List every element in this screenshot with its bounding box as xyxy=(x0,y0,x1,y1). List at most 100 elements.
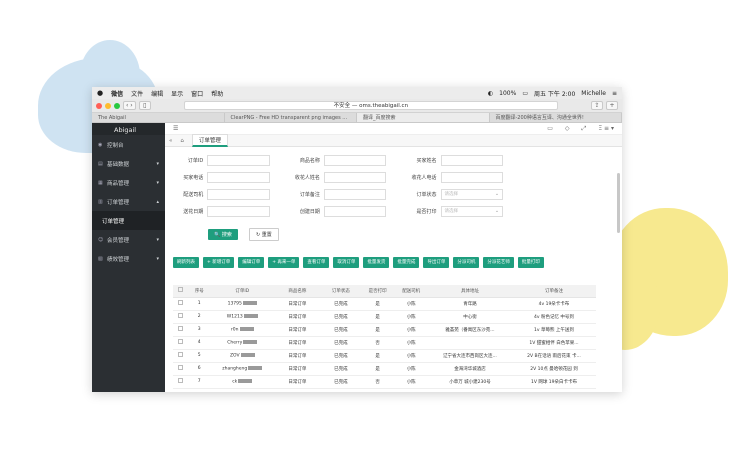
recipient-phone-label: 收花人电话 xyxy=(411,174,437,181)
recipient-name-input[interactable] xyxy=(323,171,387,183)
sidebar-item-basic-data[interactable]: ▤ 基础数据 ▾ xyxy=(92,154,165,173)
table-row[interactable]: 3 r0n 日常订单 已完成是小陈 雅荟苑（番禺区东沙苑... 1v 草莓熊 上午送到 xyxy=(173,323,596,337)
row-checkbox[interactable] xyxy=(177,313,183,318)
apple-icon[interactable]: ● xyxy=(97,89,103,97)
user-menu[interactable]: Ξ ≡ ▾ xyxy=(598,125,614,133)
sidebar-toggle-icon[interactable]: ▯ xyxy=(138,101,151,110)
select-all-header[interactable] xyxy=(173,285,188,298)
export-orders-button[interactable]: 导出订单 xyxy=(423,257,450,268)
printed-select[interactable]: 请选择 xyxy=(440,205,504,217)
row-cell: 2V 10点 曼哈顿花园 到 xyxy=(511,362,596,376)
order-status-select[interactable]: 请选择 xyxy=(440,188,504,200)
share-icon[interactable]: ⇪ xyxy=(591,101,603,110)
row-checkbox-cell[interactable] xyxy=(173,375,188,389)
row-checkbox[interactable] xyxy=(177,326,183,331)
search-button-label: 搜索 xyxy=(221,232,232,238)
order-note-input[interactable] xyxy=(323,188,387,200)
tag-icon[interactable]: ◇ xyxy=(565,125,570,133)
browser-tab-4[interactable]: 百度翻译-200种语言互译、沟通全世界! xyxy=(490,113,622,122)
sidebar-item-orders[interactable]: ▥ 订单管理 ▴ xyxy=(92,192,165,211)
sidebar-item-label: 绩效管理 xyxy=(107,256,130,263)
refresh-list-button[interactable]: 刷新列表 xyxy=(173,257,199,268)
table-row[interactable]: 2 W1213 日常订单 已完成是小陈 中心街 4v 粉色记忆 中号到 xyxy=(173,310,596,324)
product-name-input[interactable] xyxy=(323,154,387,166)
row-checkbox-cell[interactable] xyxy=(173,362,188,376)
message-icon[interactable]: ▭ xyxy=(547,125,553,133)
battery-icon[interactable]: ▭ xyxy=(522,90,528,97)
list-icon[interactable]: ≡ xyxy=(612,90,617,97)
row-checkbox[interactable] xyxy=(177,378,183,383)
user-name[interactable]: Michelle xyxy=(581,90,606,97)
reset-button[interactable]: ↻ 重置 xyxy=(248,228,279,241)
row-cell: 日常订单 xyxy=(273,349,321,363)
assign-driver-button[interactable]: 分派司机 xyxy=(453,257,480,268)
row-checkbox[interactable] xyxy=(177,339,183,344)
row-checkbox[interactable] xyxy=(177,352,183,357)
batch-complete-button[interactable]: 批量完成 xyxy=(393,257,420,268)
double-chevron-left-icon[interactable]: « xyxy=(169,138,172,144)
row-cell: 金海湾华城酒店 xyxy=(427,362,512,376)
add-order-button[interactable]: + 新增订单 xyxy=(203,257,235,268)
wechat-tray-icon[interactable]: ◐ xyxy=(488,90,493,97)
col-note: 订单备注 xyxy=(511,285,596,298)
table-row[interactable]: 5 ZOV 日常订单 已完成是小陈 辽宁省大连市西岗区大连... 2V B在话语 雨后花束… xyxy=(173,349,596,363)
vertical-scrollbar[interactable] xyxy=(617,173,620,233)
menu-view[interactable]: 显示 xyxy=(171,89,183,98)
menu-help[interactable]: 帮助 xyxy=(211,89,223,98)
batch-ship-button[interactable]: 批量发货 xyxy=(363,257,390,268)
batch-print-button[interactable]: 批量打印 xyxy=(517,257,544,268)
row-cell: 4v 19朵卡卡布 xyxy=(511,297,596,311)
sidebar-item-products[interactable]: ▦ 商品管理 ▾ xyxy=(92,173,165,192)
row-checkbox-cell[interactable] xyxy=(173,323,188,337)
search-button[interactable]: 🔍 搜索 xyxy=(208,229,238,240)
sidebar-subitem-order-management[interactable]: 订单管理 xyxy=(92,211,165,230)
edit-order-button[interactable]: 编辑订单 xyxy=(238,257,265,268)
row-checkbox-cell[interactable] xyxy=(173,297,188,311)
recipient-phone-input[interactable] xyxy=(440,171,504,183)
menubar-app-name[interactable]: 微信 xyxy=(111,89,123,98)
reorder-button[interactable]: + 再来一单 xyxy=(268,257,300,268)
browser-window: ● 微信 文件 编辑 显示 窗口 帮助 ◐ 100% ▭ 周五 下午 2:00 … xyxy=(92,87,622,392)
menu-file[interactable]: 文件 xyxy=(131,89,143,98)
row-checkbox[interactable] xyxy=(177,365,183,370)
browser-tab-2[interactable]: ClearPNG - Free HD transparent png image… xyxy=(225,113,357,122)
sidebar-item-members[interactable]: ☺ 会员管理 ▾ xyxy=(92,230,165,249)
home-icon[interactable]: ⌂ xyxy=(180,138,184,144)
row-checkbox-cell[interactable] xyxy=(173,336,188,350)
delivery-date-input[interactable] xyxy=(207,205,270,217)
clock[interactable]: 周五 下午 2:00 xyxy=(534,89,575,98)
new-tab-icon[interactable]: + xyxy=(606,101,618,110)
address-bar[interactable]: 不安全 — oms.theabigail.cn xyxy=(183,101,558,110)
row-checkbox-cell[interactable] xyxy=(173,349,188,363)
browser-tab-1[interactable]: The Abigail xyxy=(92,113,225,122)
select-all-checkbox[interactable] xyxy=(177,287,183,293)
table-row[interactable]: 4 Cherry 日常订单 已完成否小陈 1V 甜蜜相伴 白色苹果... xyxy=(173,336,596,350)
fullscreen-icon[interactable]: ⤢ xyxy=(582,125,587,133)
order-id-input[interactable] xyxy=(207,154,270,166)
menu-window[interactable]: 窗口 xyxy=(191,89,203,98)
view-order-button[interactable]: 查看订单 xyxy=(303,257,330,268)
row-cell: 否 xyxy=(360,336,395,350)
sidebar-item-performance[interactable]: ▧ 绩效管理 ▾ xyxy=(92,249,165,268)
zoom-window-icon[interactable] xyxy=(114,102,120,109)
buyer-phone-input[interactable] xyxy=(207,171,270,183)
row-checkbox-cell[interactable] xyxy=(173,310,188,324)
browser-tab-3[interactable]: 翻译_百度搜索 xyxy=(357,113,490,122)
menu-toggle-icon[interactable]: ☰ xyxy=(173,125,178,132)
driver-input[interactable] xyxy=(207,188,270,200)
row-index: 7 xyxy=(187,375,211,389)
minimize-window-icon[interactable] xyxy=(105,102,111,109)
buyer-name-input[interactable] xyxy=(440,154,504,166)
table-row[interactable]: 6 zhangheng 日常订单 已完成是小陈 金海湾华城酒店 2V 10点 曼哈顿花园 … xyxy=(173,362,596,376)
cancel-order-button[interactable]: 取消订单 xyxy=(333,257,360,268)
sidebar-item-console[interactable]: ◉ 控制台 xyxy=(92,135,165,154)
menu-edit[interactable]: 编辑 xyxy=(151,89,163,98)
close-window-icon[interactable] xyxy=(96,102,102,109)
back-forward-icon[interactable]: ‹ › xyxy=(123,101,136,110)
table-row[interactable]: 7 ck 日常订单 已完成否小陈 小草万 城小建230号 1V 网球 19朵白卡卡布 xyxy=(173,375,596,389)
created-date-input[interactable] xyxy=(323,205,387,217)
row-checkbox[interactable] xyxy=(177,300,183,305)
table-row[interactable]: 1 13795 日常订单 已完成是小陈 青年路 4v 19朵卡卡布 xyxy=(173,297,596,311)
tab-order-management[interactable]: 订单管理 xyxy=(191,134,228,147)
assign-florist-button[interactable]: 分派花艺师 xyxy=(483,257,514,268)
